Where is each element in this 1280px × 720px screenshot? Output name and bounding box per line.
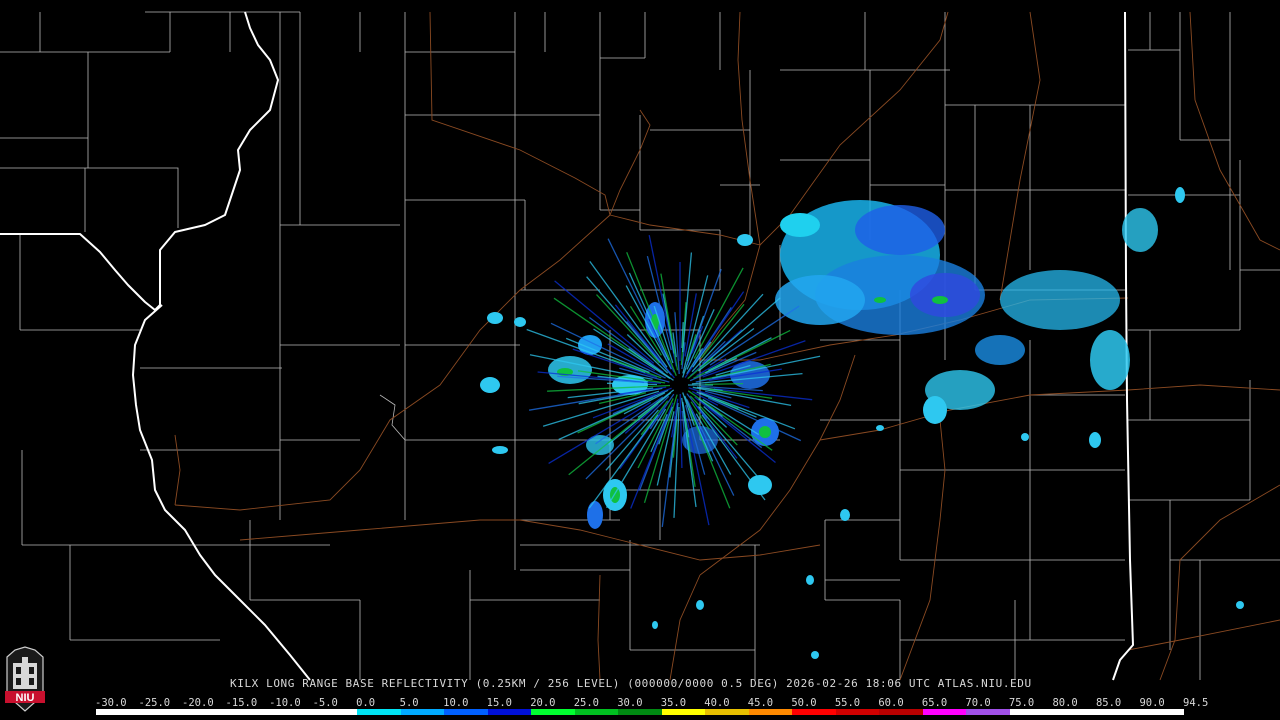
scale-label: -15.0: [225, 697, 258, 709]
color-bar-segment: [357, 709, 401, 715]
color-bar-segment: [226, 709, 271, 715]
color-bar-segment: [400, 709, 445, 715]
scale-label: 30.0: [617, 697, 643, 709]
clutter-spoke: [679, 393, 683, 469]
color-bar-segment: [705, 709, 749, 715]
color-bar-segment: [1009, 709, 1054, 715]
radar-map: [0, 11, 1280, 681]
color-bar-segment: [618, 709, 662, 715]
scale-label: 40.0: [704, 697, 730, 709]
scale-label: 50.0: [791, 697, 817, 709]
color-scale-bar: [96, 709, 1184, 715]
scale-label: 45.0: [747, 697, 774, 709]
color-bar-segment: [922, 709, 967, 715]
scale-label: -25.0: [138, 697, 171, 709]
scale-labels: -30.0 -25.0 -20.0 -15.0 -10.0 -5.0 0.0 5.0 10.0 1…: [95, 697, 1208, 709]
scale-label: 5.0: [399, 697, 419, 709]
color-bar-segment: [444, 709, 488, 715]
color-bar-segment: [270, 709, 314, 715]
scale-label: 75.0: [1008, 697, 1035, 709]
scale-label: 60.0: [878, 697, 904, 709]
color-bar-segment: [313, 709, 358, 715]
scale-label: 70.0: [965, 697, 991, 709]
niu-logo-icon: NIU: [5, 646, 45, 712]
scale-label: 55.0: [834, 697, 861, 709]
color-bar-segment: [1096, 709, 1141, 715]
logo-text: NIU: [16, 692, 35, 704]
color-bar-segment: [835, 709, 880, 715]
scale-label: -20.0: [182, 697, 214, 709]
scale-label: 20.0: [530, 697, 556, 709]
color-bar-segment: [139, 709, 184, 715]
scale-label: -30.0: [95, 697, 127, 709]
scale-label: 94.5: [1183, 697, 1209, 709]
state-lines: [0, 11, 1134, 681]
product-title: KILX LONG RANGE BASE REFLECTIVITY (0.25K…: [230, 677, 1032, 690]
color-bar-segment: [574, 709, 619, 715]
scale-label: -5.0: [312, 697, 338, 709]
scale-label: -10.0: [269, 697, 301, 709]
color-bar-segment: [183, 709, 227, 715]
scale-label: 65.0: [921, 697, 948, 709]
clutter-spoke: [701, 303, 745, 359]
color-bar-segment: [1053, 709, 1097, 715]
scale-label: 80.0: [1052, 697, 1078, 709]
color-bar-segment: [661, 709, 706, 715]
scale-label: 25.0: [573, 697, 600, 709]
scale-label: 90.0: [1139, 697, 1165, 709]
color-bar-segment: [879, 709, 923, 715]
scale-label: 10.0: [443, 697, 469, 709]
scale-label: 35.0: [660, 697, 687, 709]
color-bar-segment: [487, 709, 532, 715]
scale-label: 85.0: [1095, 697, 1122, 709]
clutter-spoke: [568, 400, 661, 476]
clutter-spoke: [682, 252, 693, 353]
scale-label: 0.0: [356, 697, 376, 709]
color-bar-segment: [1140, 709, 1184, 715]
clutter-spoke: [704, 382, 744, 386]
color-bar-segment: [792, 709, 836, 715]
color-bar-segment: [96, 709, 140, 715]
clutter-spoke: [709, 305, 800, 366]
color-bar-segment: [748, 709, 793, 715]
color-bar-segment: [966, 709, 1010, 715]
scale-label: 15.0: [486, 697, 512, 709]
color-bar-segment: [531, 709, 575, 715]
clutter-spoke: [693, 267, 744, 359]
